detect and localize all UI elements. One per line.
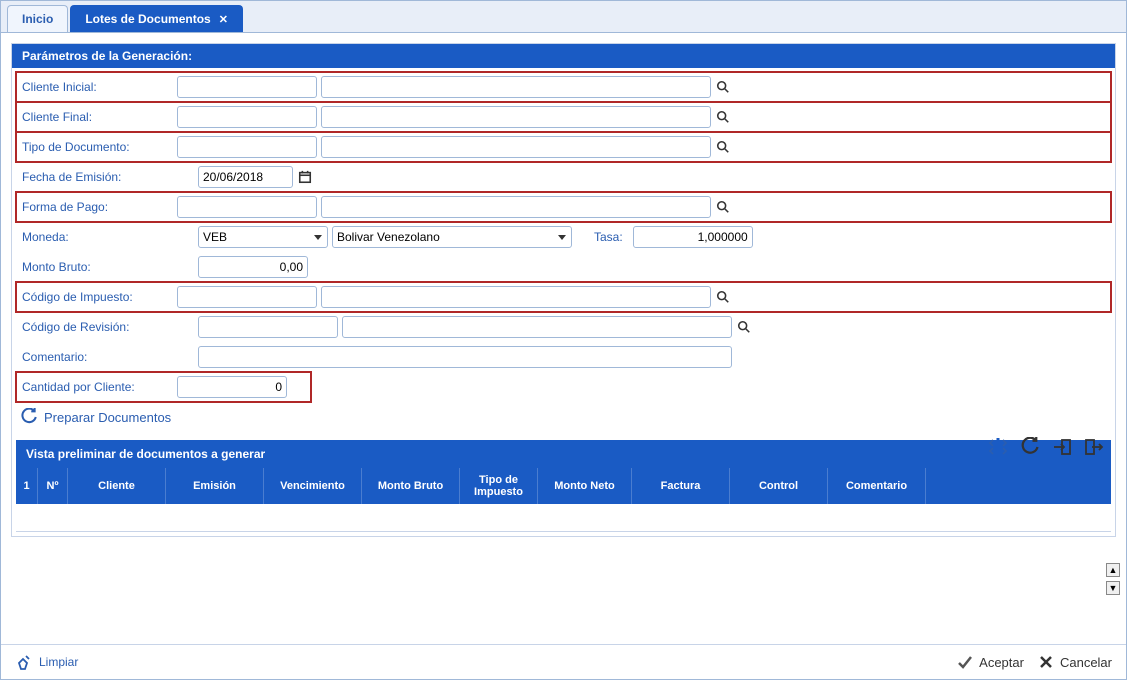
grid-row-nav: ▲ ▼ [1106, 563, 1120, 595]
row-forma-pago: Forma de Pago: [16, 192, 1111, 222]
search-icon[interactable] [715, 139, 731, 155]
moneda-code-select[interactable]: VEB [198, 226, 328, 248]
limpiar-label: Limpiar [39, 655, 78, 669]
col-vencimiento[interactable]: Vencimiento [264, 468, 362, 504]
row-down-icon[interactable]: ▼ [1106, 581, 1120, 595]
grid-body [16, 504, 1111, 532]
tasa-input[interactable] [633, 226, 753, 248]
import-icon[interactable] [1051, 436, 1073, 458]
codigo-impuesto-desc-input[interactable] [321, 286, 711, 308]
limpiar-button[interactable]: Limpiar [15, 653, 78, 671]
col-tipo-impuesto[interactable]: Tipo de Impuesto [460, 468, 538, 504]
grid-columns: 1 Nº Cliente Emisión Vencimiento Monto B… [16, 468, 1111, 504]
tabs-bar: Inicio Lotes de Documentos ✕ [1, 1, 1126, 33]
preparar-label: Preparar Documentos [44, 410, 171, 425]
col-comentario[interactable]: Comentario [828, 468, 926, 504]
search-icon[interactable] [736, 319, 752, 335]
row-moneda: Moneda: VEB Bolivar Venezolano Tasa: [16, 222, 1111, 252]
row-cliente-inicial: Cliente Inicial: [16, 72, 1111, 102]
tipo-documento-desc-input[interactable] [321, 136, 711, 158]
col-control[interactable]: Control [730, 468, 828, 504]
tipo-documento-code-input[interactable] [177, 136, 317, 158]
tab-label: Lotes de Documentos [85, 12, 210, 26]
scroll-area[interactable]: Parámetros de la Generación: Cliente Ini… [1, 33, 1126, 644]
label-codigo-revision: Código de Revisión: [18, 320, 194, 334]
tab-label: Inicio [22, 12, 53, 26]
close-icon[interactable]: ✕ [219, 13, 228, 26]
label-moneda: Moneda: [18, 230, 194, 244]
refresh-icon[interactable] [1019, 436, 1041, 458]
row-fecha-emision: Fecha de Emisión: [16, 162, 1111, 192]
panel-title: Parámetros de la Generación: [12, 44, 1115, 68]
grid-preview: Vista preliminar de documentos a generar… [16, 440, 1111, 532]
codigo-revision-desc-input[interactable] [342, 316, 732, 338]
search-icon[interactable] [715, 289, 731, 305]
label-tipo-documento: Tipo de Documento: [18, 140, 173, 154]
label-comentario: Comentario: [18, 350, 194, 364]
col-rownum[interactable]: 1 [16, 468, 38, 504]
cliente-inicial-code-input[interactable] [177, 76, 317, 98]
label-codigo-impuesto: Código de Impuesto: [18, 290, 173, 304]
grid-toolbar [987, 436, 1105, 458]
label-tasa: Tasa: [594, 230, 623, 244]
preparar-documentos-button[interactable]: Preparar Documentos [16, 402, 175, 440]
codigo-revision-code-input[interactable] [198, 316, 338, 338]
row-cantidad-cliente: Cantidad por Cliente: [16, 372, 311, 402]
comentario-input[interactable] [198, 346, 732, 368]
cancelar-button[interactable]: Cancelar [1038, 654, 1112, 670]
monto-bruto-input[interactable] [198, 256, 308, 278]
col-factura[interactable]: Factura [632, 468, 730, 504]
row-cliente-final: Cliente Final: [16, 102, 1111, 132]
label-cliente-final: Cliente Final: [18, 110, 173, 124]
footer-bar: Limpiar Aceptar Cancelar [1, 644, 1126, 679]
fecha-emision-input[interactable] [198, 166, 293, 188]
col-cliente[interactable]: Cliente [68, 468, 166, 504]
export-icon[interactable] [1083, 436, 1105, 458]
search-icon[interactable] [715, 109, 731, 125]
tab-inicio[interactable]: Inicio [7, 5, 68, 32]
cantidad-cliente-input[interactable] [177, 376, 287, 398]
tab-lotes-documentos[interactable]: Lotes de Documentos ✕ [70, 5, 243, 32]
moneda-desc-select[interactable]: Bolivar Venezolano [332, 226, 572, 248]
col-monto-neto[interactable]: Monto Neto [538, 468, 632, 504]
row-tipo-documento: Tipo de Documento: [16, 132, 1111, 162]
codigo-impuesto-code-input[interactable] [177, 286, 317, 308]
label-cliente-inicial: Cliente Inicial: [18, 80, 173, 94]
aceptar-label: Aceptar [979, 655, 1024, 670]
grid-title: Vista preliminar de documentos a generar [16, 440, 1111, 468]
row-comentario: Comentario: [16, 342, 1111, 372]
cliente-final-code-input[interactable] [177, 106, 317, 128]
label-monto-bruto: Monto Bruto: [18, 260, 194, 274]
aceptar-button[interactable]: Aceptar [957, 654, 1024, 670]
cancelar-label: Cancelar [1060, 655, 1112, 670]
label-fecha-emision: Fecha de Emisión: [18, 170, 194, 184]
columns-layout-icon[interactable] [987, 436, 1009, 458]
label-forma-pago: Forma de Pago: [18, 200, 173, 214]
search-icon[interactable] [715, 79, 731, 95]
forma-pago-desc-input[interactable] [321, 196, 711, 218]
row-monto-bruto: Monto Bruto: [16, 252, 1111, 282]
col-no[interactable]: Nº [38, 468, 68, 504]
forma-pago-code-input[interactable] [177, 196, 317, 218]
row-codigo-revision: Código de Revisión: [16, 312, 1111, 342]
col-monto-bruto[interactable]: Monto Bruto [362, 468, 460, 504]
calendar-icon[interactable] [297, 169, 313, 185]
label-cantidad-cliente: Cantidad por Cliente: [18, 380, 173, 394]
parametros-panel: Parámetros de la Generación: Cliente Ini… [11, 43, 1116, 537]
search-icon[interactable] [715, 199, 731, 215]
row-codigo-impuesto: Código de Impuesto: [16, 282, 1111, 312]
cliente-inicial-desc-input[interactable] [321, 76, 711, 98]
row-up-icon[interactable]: ▲ [1106, 563, 1120, 577]
cliente-final-desc-input[interactable] [321, 106, 711, 128]
col-emision[interactable]: Emisión [166, 468, 264, 504]
